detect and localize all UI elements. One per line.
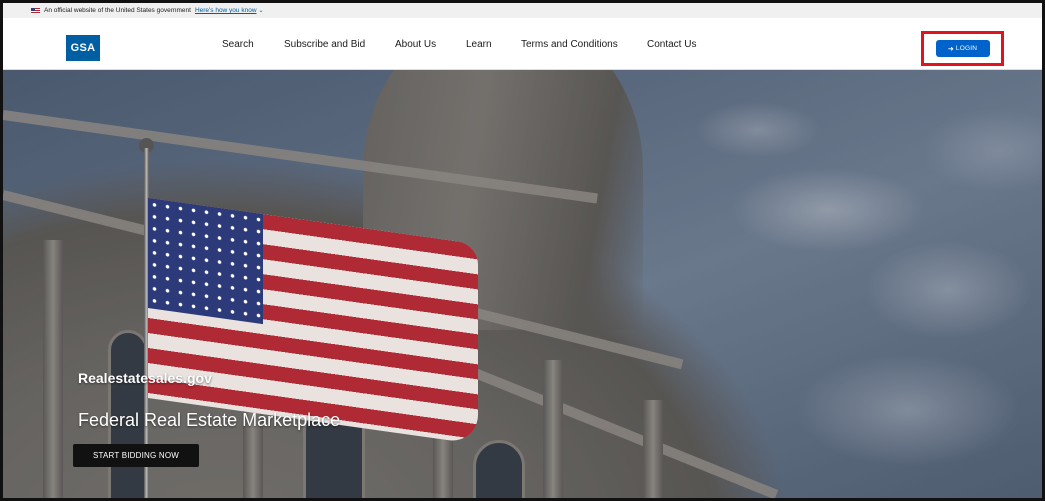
nav-item-about-us[interactable]: About Us xyxy=(395,39,436,50)
login-label: LOGIN xyxy=(955,45,978,52)
page-frame: An official website of the United States… xyxy=(0,0,1045,501)
gov-banner: An official website of the United States… xyxy=(3,3,1042,18)
gov-banner-link[interactable]: Here's how you know xyxy=(195,7,257,14)
us-flag-icon xyxy=(31,7,40,14)
nav-item-subscribe-and-bid[interactable]: Subscribe and Bid xyxy=(284,39,365,50)
hero-site-name: Realestatesales.gov xyxy=(78,370,212,386)
nav-item-contact-us[interactable]: Contact Us xyxy=(647,39,696,50)
login-button[interactable]: ➜ LOGIN xyxy=(935,40,990,57)
nav-item-learn[interactable]: Learn xyxy=(466,39,492,50)
login-highlight-box: ➜ LOGIN xyxy=(921,31,1004,66)
site-header: GSA Search Subscribe and Bid About Us Le… xyxy=(3,18,1042,70)
login-arrow-icon: ➜ xyxy=(947,45,954,53)
nav-item-search[interactable]: Search xyxy=(222,39,254,50)
hero-section: Realestatesales.gov Federal Real Estate … xyxy=(3,70,1042,498)
gsa-logo[interactable]: GSA xyxy=(66,35,100,61)
flag-canton xyxy=(148,198,263,325)
chevron-down-icon[interactable]: ⌄ xyxy=(259,7,264,14)
hero-title: Federal Real Estate Marketplace xyxy=(78,410,341,430)
start-bidding-button[interactable]: START BIDDING NOW xyxy=(73,444,199,467)
gov-banner-text: An official website of the United States… xyxy=(44,7,191,14)
nav-item-terms-and-conditions[interactable]: Terms and Conditions xyxy=(521,39,618,50)
